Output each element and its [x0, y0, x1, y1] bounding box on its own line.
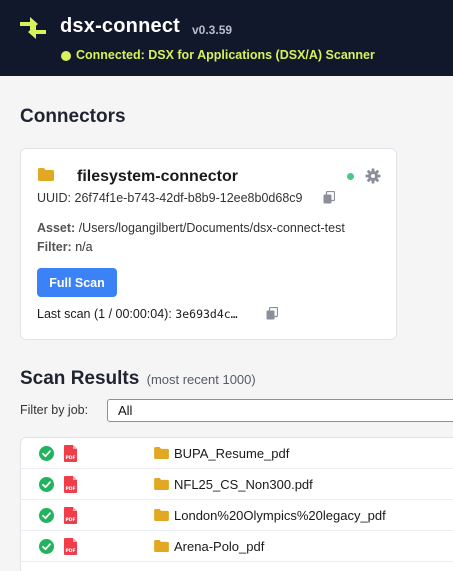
connection-status: Connected: DSX for Applications (DSX/A) …	[76, 48, 375, 62]
result-filename: NFL25_CS_Non300.pdf	[174, 477, 313, 492]
connectors-title: Connectors	[20, 106, 126, 127]
logo-arrows-icon	[20, 17, 46, 39]
gear-icon[interactable]	[365, 168, 381, 184]
result-filename: London%20Olympics%20legacy_pdf	[174, 508, 386, 523]
copy-icon[interactable]	[323, 191, 335, 204]
app-title: dsx-connect	[60, 15, 181, 37]
check-circle-icon	[39, 508, 54, 523]
result-row[interactable]: PDF London%20Olympics%20legacy_pdf	[21, 500, 453, 531]
last-scan: Last scan (1 / 00:00:04): 3e693d4c…	[37, 307, 238, 321]
app-version: v0.3.59	[192, 23, 233, 37]
check-circle-icon	[39, 477, 54, 492]
svg-text:PDF: PDF	[66, 455, 76, 461]
result-row[interactable]: PDF BUPA_Resume_pdf	[21, 438, 453, 469]
svg-text:PDF: PDF	[66, 517, 76, 523]
app-header: dsx-connect v0.3.59 Connected: DSX for A…	[0, 0, 453, 76]
folder-icon	[38, 168, 54, 181]
result-filename: Arena-Polo_pdf	[174, 539, 265, 554]
svg-text:PDF: PDF	[66, 486, 76, 492]
result-row[interactable]: PDF Arena-Polo_pdf	[21, 531, 453, 562]
connector-card: filesystem-connector UUID: 26f74f1e-b743…	[20, 148, 397, 340]
connector-asset: Asset: /Users/logangilbert/Documents/dsx…	[37, 221, 345, 235]
folder-icon	[154, 509, 169, 521]
connector-name: filesystem-connector	[77, 168, 238, 185]
scan-results-subtitle: (most recent 1000)	[146, 372, 256, 387]
scan-results-list: PDF BUPA_Resume_pdf PDF NFL25_CS_Non300.…	[20, 437, 453, 571]
folder-icon	[154, 447, 169, 459]
folder-icon	[154, 540, 169, 552]
pdf-icon: PDF	[64, 476, 77, 493]
connection-status-dot	[61, 51, 71, 61]
connector-uuid: UUID: 26f74f1e-b743-42df-b8b9-12ee8b0d68…	[37, 191, 303, 205]
scan-results-title: Scan Results (most recent 1000)	[20, 368, 256, 389]
pdf-icon: PDF	[64, 538, 77, 555]
svg-text:PDF: PDF	[66, 548, 76, 554]
pdf-icon: PDF	[64, 507, 77, 524]
pdf-icon: PDF	[64, 445, 77, 462]
job-filter-label: Filter by job:	[20, 403, 89, 417]
result-filename: BUPA_Resume_pdf	[174, 446, 290, 461]
result-row[interactable]: PDF NFL25_CS_Non300.pdf	[21, 469, 453, 500]
folder-icon	[154, 478, 169, 490]
check-circle-icon	[39, 446, 54, 461]
full-scan-button[interactable]: Full Scan	[37, 268, 117, 297]
connector-status-dot	[347, 173, 354, 180]
job-filter-select[interactable]: All	[107, 399, 453, 422]
connector-filter: Filter: n/a	[37, 240, 93, 254]
check-circle-icon	[39, 539, 54, 554]
copy-icon[interactable]	[266, 307, 278, 320]
